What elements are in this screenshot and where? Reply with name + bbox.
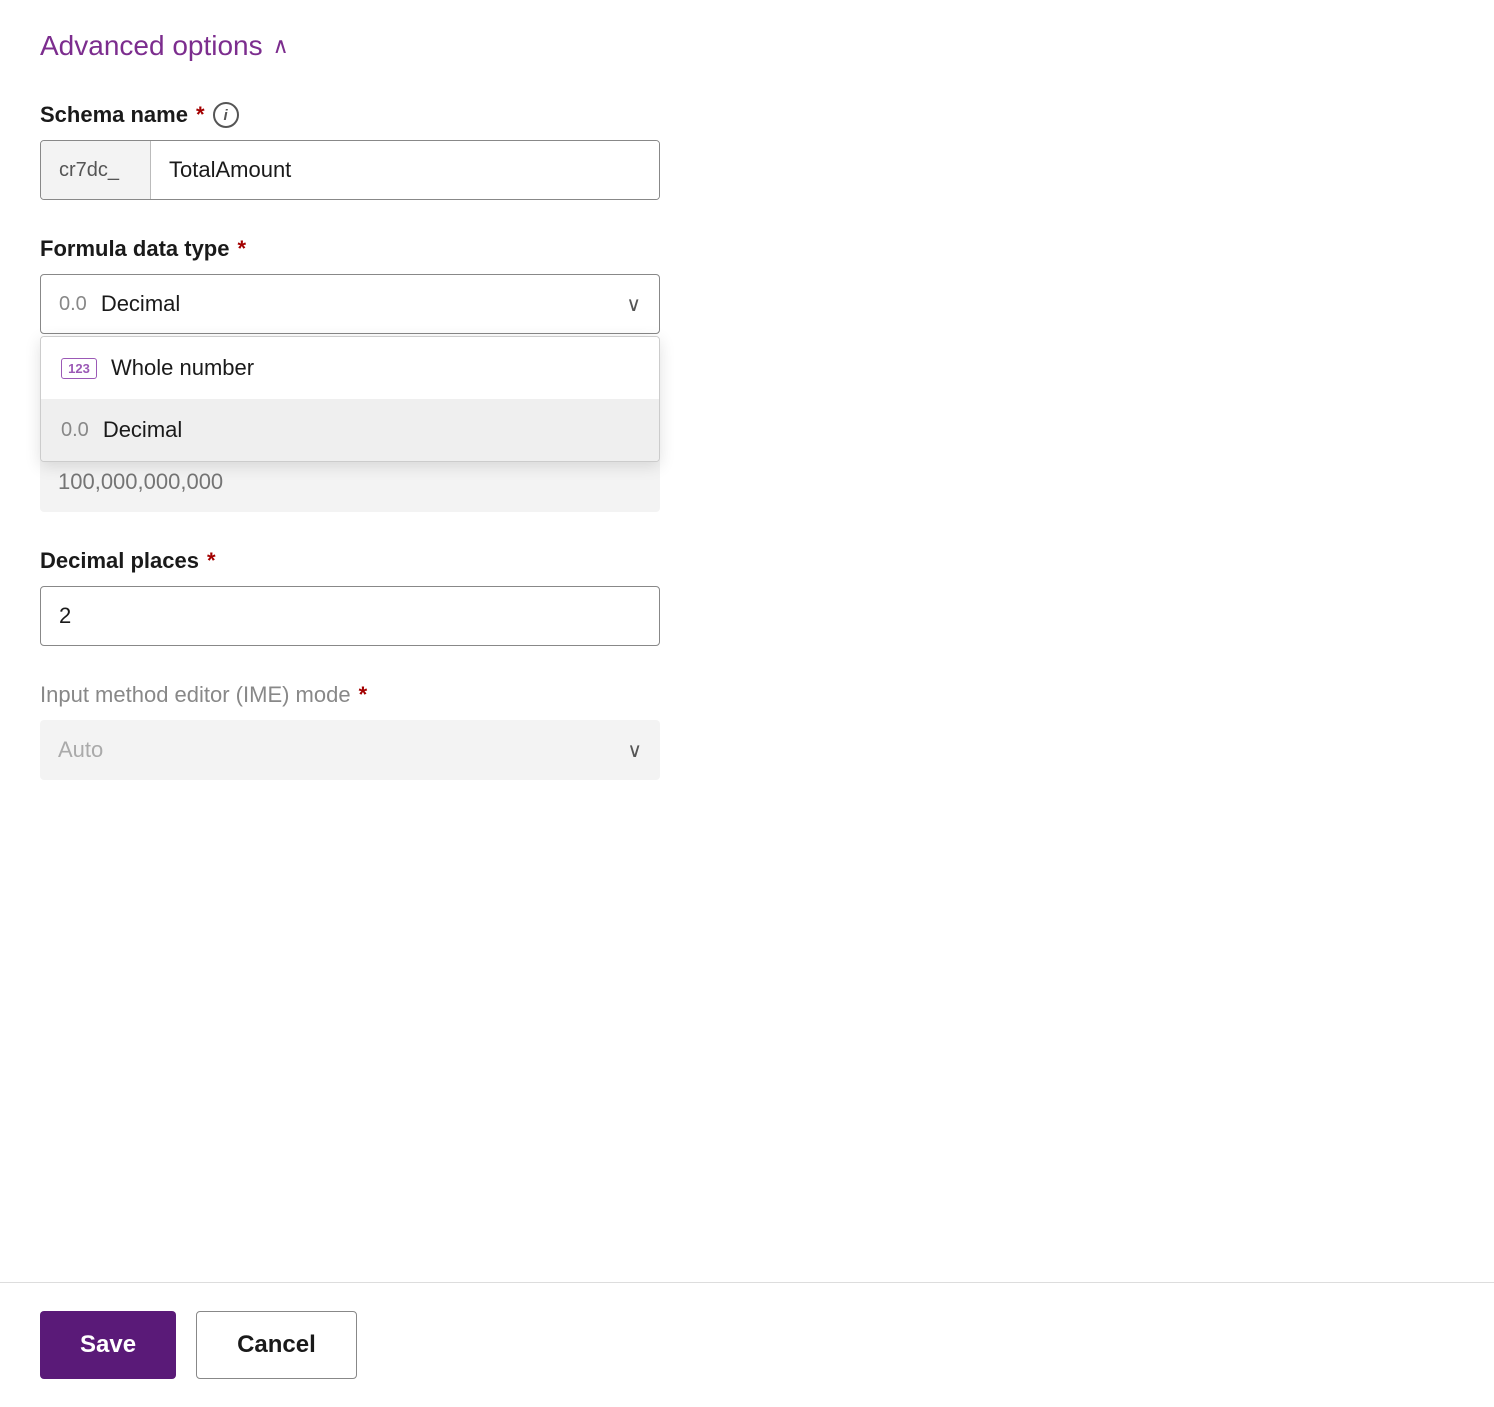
dropdown-option-decimal[interactable]: 0.0 Decimal: [41, 399, 659, 461]
dropdown-selected-label: Decimal: [101, 291, 180, 317]
whole-number-label: Whole number: [111, 355, 254, 381]
schema-name-info-icon[interactable]: i: [213, 102, 239, 128]
dropdown-selected-content: 0.0 Decimal: [59, 291, 180, 317]
ime-mode-chevron-icon: ∨: [627, 738, 642, 763]
whole-number-icon: 123: [61, 358, 97, 379]
advanced-options-chevron-icon: ∧: [273, 35, 289, 57]
schema-name-label: Schema name * i: [40, 102, 860, 128]
ime-mode-dropdown[interactable]: Auto ∨: [40, 720, 660, 780]
formula-data-type-dropdown-container: 0.0 Decimal ∨ 123 Whole number 0.0 Decim…: [40, 274, 660, 334]
formula-data-type-section: Formula data type * 0.0 Decimal ∨ 123 Wh…: [40, 236, 860, 334]
formula-data-type-label: Formula data type *: [40, 236, 860, 262]
footer: Save Cancel: [0, 1282, 1494, 1407]
schema-name-section: Schema name * i cr7dc_: [40, 102, 860, 200]
advanced-options-label: Advanced options: [40, 30, 263, 62]
formula-data-type-menu: 123 Whole number 0.0 Decimal: [40, 336, 660, 462]
decimal-selected-icon: 0.0: [59, 293, 87, 316]
advanced-options-header[interactable]: Advanced options ∧: [40, 30, 860, 62]
decimal-places-required: *: [207, 548, 216, 574]
formula-data-type-required: *: [237, 236, 246, 262]
schema-name-input[interactable]: [151, 141, 659, 199]
formula-data-type-dropdown[interactable]: 0.0 Decimal ∨: [40, 274, 660, 334]
schema-name-required: *: [196, 102, 205, 128]
save-button[interactable]: Save: [40, 1311, 176, 1379]
schema-prefix: cr7dc_: [41, 141, 151, 199]
ime-mode-section: Input method editor (IME) mode * Auto ∨: [40, 682, 860, 780]
dropdown-option-whole-number[interactable]: 123 Whole number: [41, 337, 659, 399]
ime-mode-placeholder: Auto: [58, 737, 103, 763]
decimal-places-label: Decimal places *: [40, 548, 860, 574]
cancel-button[interactable]: Cancel: [196, 1311, 357, 1379]
decimal-type-icon: 0.0: [61, 419, 89, 442]
ime-mode-required: *: [359, 682, 368, 708]
ime-mode-label: Input method editor (IME) mode *: [40, 682, 860, 708]
decimal-places-section: Decimal places *: [40, 548, 860, 646]
schema-name-field: cr7dc_: [40, 140, 660, 200]
decimal-places-input[interactable]: [40, 586, 660, 646]
decimal-label: Decimal: [103, 417, 182, 443]
dropdown-chevron-icon: ∨: [626, 292, 641, 317]
